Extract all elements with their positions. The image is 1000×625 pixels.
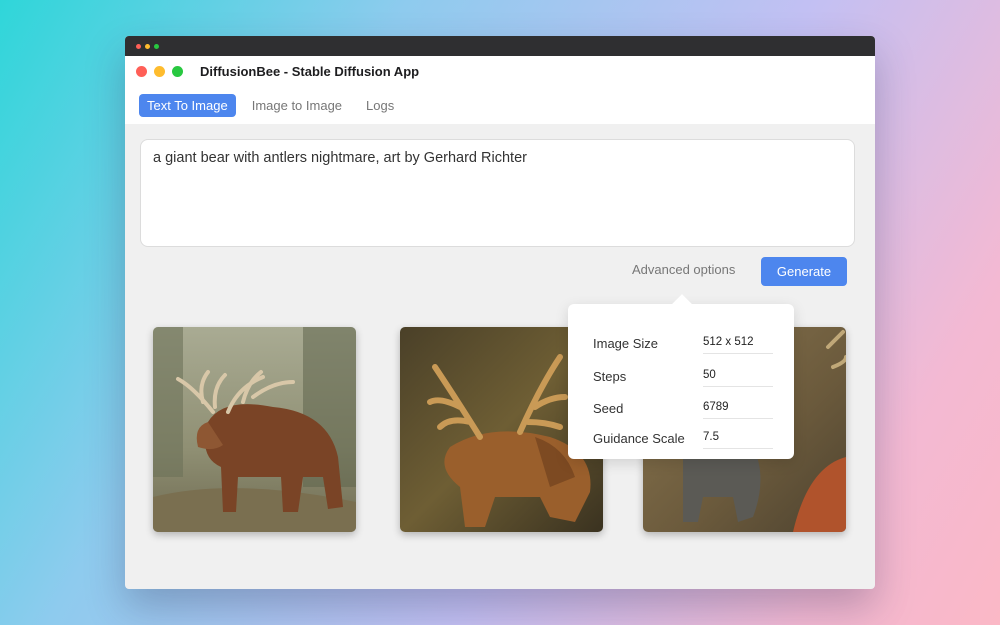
bear-image-1 xyxy=(153,327,356,532)
zoom-button[interactable] xyxy=(172,66,183,77)
window-title: DiffusionBee - Stable Diffusion App xyxy=(200,64,420,79)
steps-label: Steps xyxy=(593,369,627,384)
titlebar: DiffusionBee - Stable Diffusion App xyxy=(125,56,875,87)
outer-close-dot[interactable] xyxy=(136,43,141,49)
tab-logs[interactable]: Logs xyxy=(358,94,402,117)
outer-titlebar xyxy=(125,36,875,56)
guidance-label: Guidance Scale xyxy=(593,431,685,446)
seed-row: Seed xyxy=(593,395,773,425)
advanced-options-popover: Image Size Steps Seed Guidance Scale xyxy=(568,304,794,459)
guidance-row: Guidance Scale xyxy=(593,425,773,455)
generate-button[interactable]: Generate xyxy=(761,257,847,286)
image-size-label: Image Size xyxy=(593,336,659,351)
steps-row: Steps xyxy=(593,363,773,393)
app-window: DiffusionBee - Stable Diffusion App Text… xyxy=(125,36,875,589)
tab-image-to-image[interactable]: Image to Image xyxy=(244,94,350,117)
tab-text-to-image[interactable]: Text To Image xyxy=(139,94,236,117)
advanced-options-link[interactable]: Advanced options xyxy=(632,262,735,277)
image-size-row: Image Size xyxy=(593,330,773,360)
seed-label: Seed xyxy=(593,401,624,416)
tab-bar: Text To Image Image to Image Logs xyxy=(125,87,875,124)
prompt-input[interactable]: a giant bear with antlers nightmare, art… xyxy=(140,139,855,247)
guidance-field[interactable] xyxy=(703,425,773,449)
image-size-field[interactable] xyxy=(703,330,773,354)
outer-zoom-dot[interactable] xyxy=(154,43,159,49)
outer-minimize-dot[interactable] xyxy=(145,43,150,49)
generated-image-1[interactable] xyxy=(153,327,356,532)
close-button[interactable] xyxy=(136,66,147,77)
minimize-button[interactable] xyxy=(154,66,165,77)
seed-field[interactable] xyxy=(703,395,773,419)
steps-field[interactable] xyxy=(703,363,773,387)
